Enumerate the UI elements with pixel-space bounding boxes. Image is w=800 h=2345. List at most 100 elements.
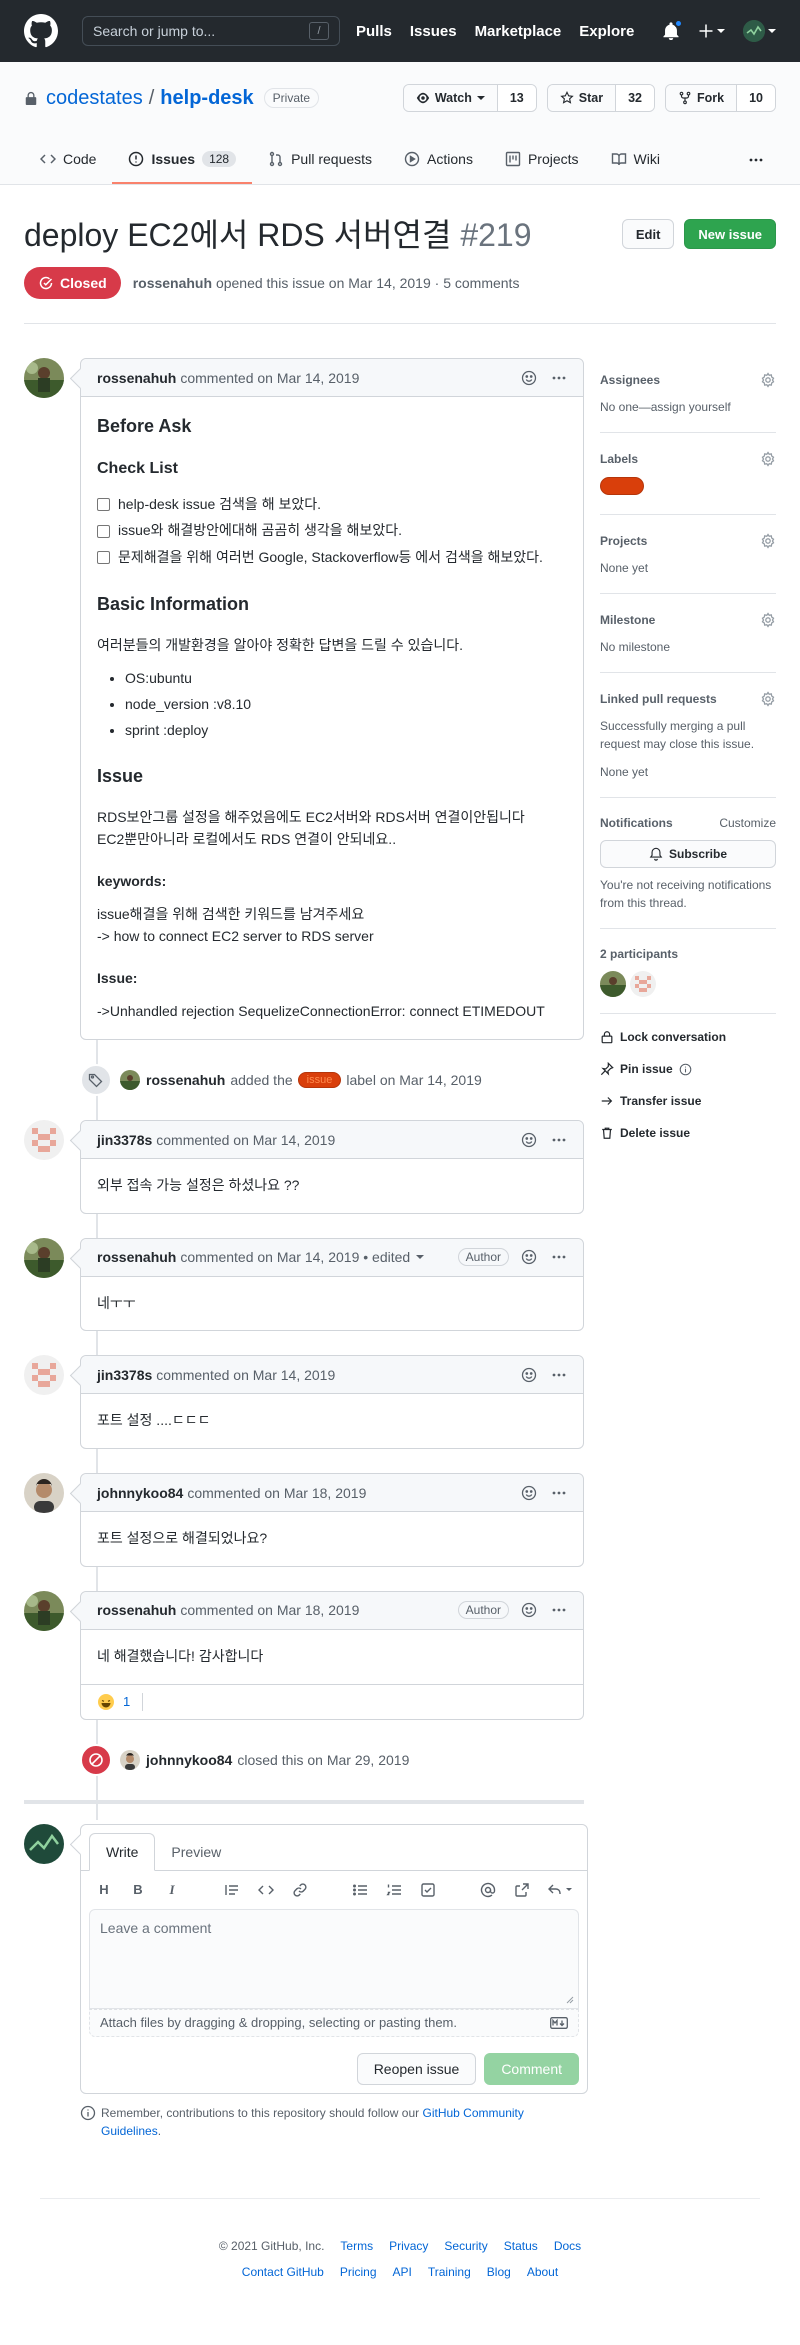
- watch-count[interactable]: 13: [497, 85, 536, 111]
- comment-button[interactable]: Comment: [484, 2052, 579, 2085]
- gear-icon[interactable]: [760, 372, 776, 388]
- nav-issues[interactable]: Issues: [410, 23, 457, 40]
- avatar-johnnykoo84[interactable]: [120, 1749, 140, 1770]
- avatar-rossenahuh[interactable]: [120, 1070, 140, 1091]
- current-user-avatar[interactable]: [24, 1823, 64, 1864]
- footer-link-about[interactable]: About: [527, 2265, 558, 2279]
- comment-author[interactable]: jin3378s: [97, 1132, 152, 1148]
- repo-name-link[interactable]: help-desk: [160, 87, 253, 110]
- add-reaction-icon[interactable]: [521, 1367, 537, 1383]
- comment-meta[interactable]: commented on Mar 14, 2019: [156, 1367, 335, 1383]
- tab-pull-requests[interactable]: Pull requests: [252, 136, 388, 184]
- add-reaction-icon[interactable]: [521, 1132, 537, 1148]
- kebab-menu-icon[interactable]: [551, 1249, 567, 1265]
- info-icon[interactable]: [679, 1063, 692, 1076]
- tab-write[interactable]: Write: [89, 1832, 156, 1871]
- avatar-rossenahuh[interactable]: [24, 358, 64, 398]
- avatar-jin3378s[interactable]: [24, 1120, 64, 1161]
- delete-issue-link[interactable]: Delete issue: [600, 1126, 776, 1140]
- star-button[interactable]: Star 32: [546, 84, 655, 112]
- tab-actions[interactable]: Actions: [388, 136, 489, 184]
- assign-yourself-link[interactable]: No one—assign yourself: [600, 398, 776, 416]
- comment-meta[interactable]: commented on Mar 14, 2019: [156, 1132, 335, 1148]
- markdown-icon[interactable]: [550, 2016, 568, 2029]
- global-search-input[interactable]: Search or jump to... /: [82, 16, 340, 46]
- footer-link-privacy[interactable]: Privacy: [389, 2239, 428, 2253]
- footer-link-training[interactable]: Training: [428, 2265, 471, 2279]
- kebab-menu-icon[interactable]: [551, 1367, 567, 1383]
- pin-issue-link[interactable]: Pin issue: [600, 1062, 776, 1076]
- ordered-list-icon[interactable]: [385, 1881, 403, 1899]
- label-issue[interactable]: issue: [297, 1072, 342, 1089]
- tab-preview[interactable]: Preview: [155, 1834, 237, 1870]
- gear-icon[interactable]: [760, 451, 776, 467]
- footer-link-terms[interactable]: Terms: [340, 2239, 373, 2253]
- comment-meta[interactable]: commented on Mar 14, 2019: [180, 370, 359, 386]
- notifications-bell-icon[interactable]: [662, 19, 683, 40]
- user-menu-dropdown[interactable]: [743, 20, 776, 42]
- edit-title-button[interactable]: Edit: [621, 219, 675, 249]
- reaction-laugh[interactable]: 1: [97, 1692, 144, 1711]
- link-icon[interactable]: [291, 1881, 309, 1899]
- nav-marketplace[interactable]: Marketplace: [475, 23, 562, 40]
- checkbox[interactable]: [97, 551, 110, 565]
- add-reaction-icon[interactable]: [521, 1485, 537, 1501]
- subscribe-button[interactable]: Subscribe: [600, 840, 776, 868]
- gear-icon[interactable]: [760, 612, 776, 628]
- comment-author[interactable]: johnnykoo84: [97, 1485, 183, 1501]
- add-reaction-icon[interactable]: [521, 370, 537, 386]
- comment-author[interactable]: rossenahuh: [97, 1602, 176, 1618]
- participant-avatar[interactable]: [600, 971, 626, 997]
- repo-owner-link[interactable]: codestates: [46, 87, 143, 110]
- task-list-icon[interactable]: [419, 1881, 437, 1899]
- cross-reference-icon[interactable]: [513, 1881, 531, 1899]
- footer-link-docs[interactable]: Docs: [554, 2239, 581, 2253]
- avatar-rossenahuh[interactable]: [24, 1590, 64, 1631]
- footer-link-blog[interactable]: Blog: [487, 2265, 511, 2279]
- comment-textarea[interactable]: [100, 1919, 568, 1998]
- tab-wiki[interactable]: Wiki: [595, 136, 676, 184]
- nav-explore[interactable]: Explore: [579, 23, 634, 40]
- kebab-menu-icon[interactable]: [551, 1132, 567, 1148]
- kebab-menu-icon[interactable]: [551, 370, 567, 386]
- comment-author[interactable]: jin3378s: [97, 1367, 152, 1383]
- footer-link-contact[interactable]: Contact GitHub: [242, 2265, 324, 2279]
- footer-link-status[interactable]: Status: [504, 2239, 538, 2253]
- footer-link-security[interactable]: Security: [444, 2239, 487, 2253]
- new-issue-button[interactable]: New issue: [684, 219, 776, 249]
- footer-link-pricing[interactable]: Pricing: [340, 2265, 377, 2279]
- saved-reply-icon[interactable]: [547, 1881, 573, 1899]
- mention-icon[interactable]: [479, 1881, 497, 1899]
- nav-pulls[interactable]: Pulls: [356, 23, 392, 40]
- heading-icon[interactable]: H: [95, 1881, 113, 1899]
- avatar-rossenahuh[interactable]: [24, 1237, 64, 1278]
- issue-author-link[interactable]: rossenahuh: [133, 275, 212, 291]
- fork-button[interactable]: Fork 10: [665, 84, 776, 112]
- comment-author[interactable]: rossenahuh: [97, 1249, 176, 1265]
- more-tabs-icon[interactable]: [736, 136, 776, 184]
- bold-icon[interactable]: B: [129, 1881, 147, 1899]
- code-icon[interactable]: [257, 1881, 275, 1899]
- comment-author[interactable]: rossenahuh: [97, 370, 176, 386]
- reopen-issue-button[interactable]: Reopen issue: [356, 2052, 477, 2085]
- gear-icon[interactable]: [760, 533, 776, 549]
- lock-conversation-link[interactable]: Lock conversation: [600, 1030, 776, 1044]
- gear-icon[interactable]: [760, 691, 776, 707]
- participant-avatar[interactable]: [630, 971, 656, 997]
- quote-icon[interactable]: [223, 1881, 241, 1899]
- tab-code[interactable]: Code: [24, 136, 112, 184]
- kebab-menu-icon[interactable]: [551, 1602, 567, 1618]
- avatar-jin3378s[interactable]: [24, 1355, 64, 1396]
- checkbox[interactable]: [97, 498, 110, 512]
- customize-link[interactable]: Customize: [719, 816, 776, 830]
- fork-count[interactable]: 10: [737, 85, 775, 111]
- avatar-johnnykoo84[interactable]: [24, 1473, 64, 1514]
- event-actor[interactable]: johnnykoo84: [146, 1752, 232, 1768]
- footer-link-api[interactable]: API: [393, 2265, 412, 2279]
- event-actor[interactable]: rossenahuh: [146, 1072, 225, 1088]
- watch-button[interactable]: Watch 13: [402, 84, 537, 112]
- resize-handle-icon[interactable]: [566, 1996, 574, 2004]
- star-count[interactable]: 32: [616, 85, 654, 111]
- label-issue[interactable]: [600, 477, 644, 495]
- github-logo-icon[interactable]: [24, 14, 58, 48]
